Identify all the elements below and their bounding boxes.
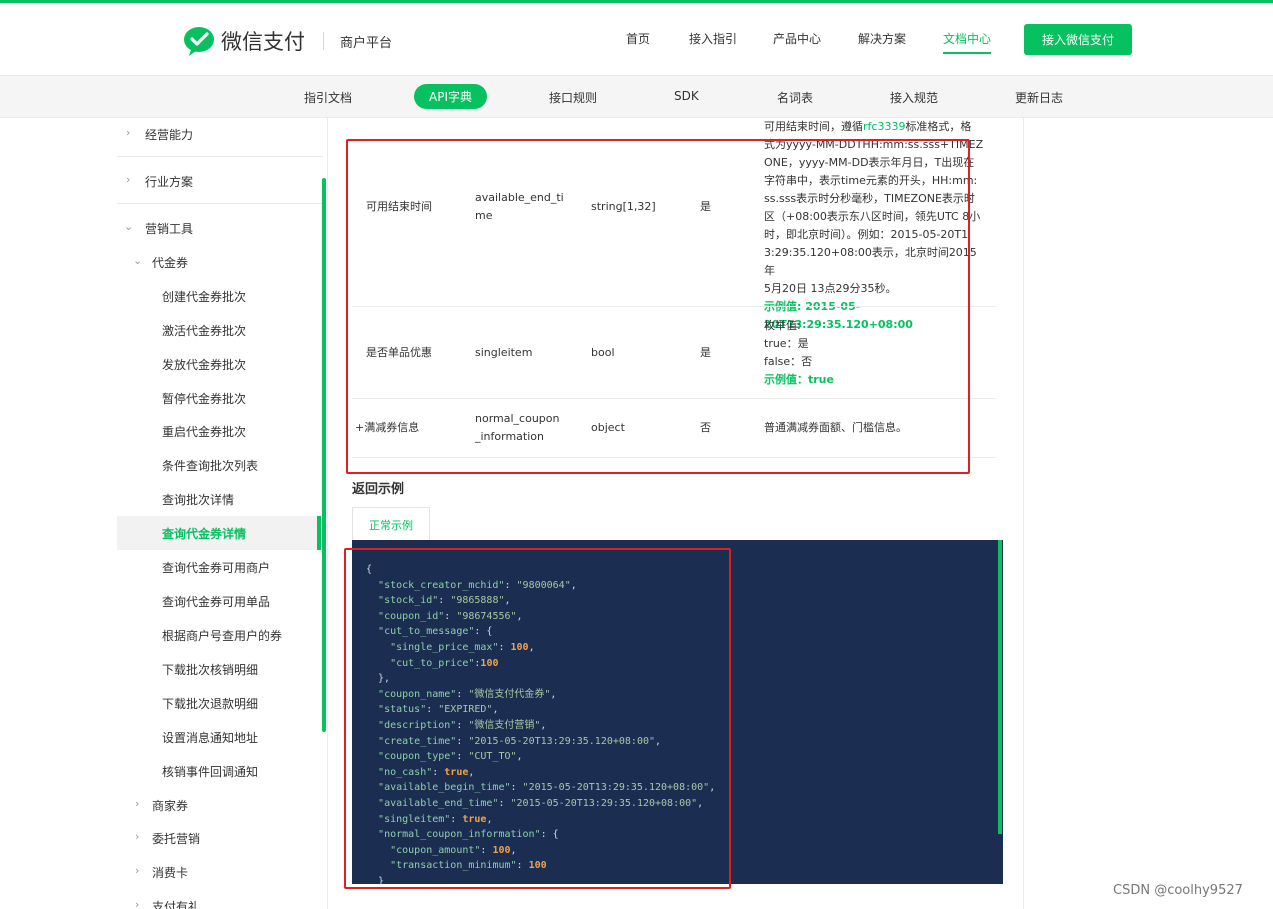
chevron-right-icon: › — [126, 173, 131, 186]
nav-products[interactable]: 产品中心 — [773, 30, 821, 47]
chevron-down-icon: ⌄ — [133, 254, 143, 267]
annotation-box-code — [344, 548, 731, 889]
param-desc-top: 可用结束时间，遵循rfc3339标准格式，格 — [764, 120, 972, 133]
subnav-sdk[interactable]: SDK — [674, 89, 699, 103]
nav-home[interactable]: 首页 — [626, 30, 650, 47]
subnav-access-spec[interactable]: 接入规范 — [890, 89, 938, 106]
sidebar-scrollbar[interactable] — [322, 178, 326, 732]
join-wechat-pay-button[interactable]: 接入微信支付 — [1024, 24, 1132, 55]
sidebar-active-indicator — [317, 516, 321, 550]
chevron-right-icon: › — [126, 126, 131, 139]
response-example-title: 返回示例 — [352, 482, 405, 497]
nav-guide[interactable]: 接入指引 — [689, 30, 737, 47]
sidebar-nav: › 经营能力 › 行业方案 ⌄ 营销工具 ⌄ 代金券 创建代金券批次 激活代金券… — [117, 118, 327, 909]
tab-normal-example[interactable]: 正常示例 — [352, 507, 430, 541]
sidebar-divider — [117, 156, 323, 157]
wechat-pay-logo-icon — [184, 27, 214, 56]
chevron-right-icon: › — [135, 830, 140, 843]
brand-name: 微信支付 — [221, 30, 305, 54]
brand-logo[interactable]: 微信支付 商户平台 — [183, 25, 392, 57]
subnav-guide-docs[interactable]: 指引文档 — [304, 89, 352, 106]
subnav-api-rules[interactable]: 接口规则 — [549, 89, 597, 106]
content-right-divider — [1023, 118, 1024, 909]
code-scrollbar[interactable] — [998, 540, 1002, 834]
chevron-right-icon: › — [135, 864, 140, 877]
doc-subnav: 指引文档 API字典 接口规则 SDK 名词表 接入规范 更新日志 — [0, 76, 1273, 118]
subnav-glossary[interactable]: 名词表 — [777, 89, 813, 106]
subnav-changelog[interactable]: 更新日志 — [1015, 89, 1063, 106]
annotation-box-table — [346, 139, 970, 474]
nav-docs[interactable]: 文档中心 — [943, 30, 992, 54]
platform-name: 商户平台 — [340, 35, 393, 51]
chevron-right-icon: › — [135, 797, 140, 810]
brand-separator — [323, 32, 324, 50]
sidebar-divider — [117, 203, 323, 204]
chevron-down-icon: ⌄ — [124, 220, 134, 233]
subnav-api-dictionary[interactable]: API字典 — [414, 84, 487, 109]
chevron-right-icon: › — [135, 898, 140, 909]
site-header: 微信支付 商户平台 首页 接入指引 产品中心 解决方案 文档中心 接入微信支付 — [0, 3, 1273, 76]
watermark: CSDN @coolhy9527 — [1113, 883, 1243, 898]
nav-solutions[interactable]: 解决方案 — [858, 30, 906, 47]
sidebar-content-divider — [327, 118, 328, 909]
